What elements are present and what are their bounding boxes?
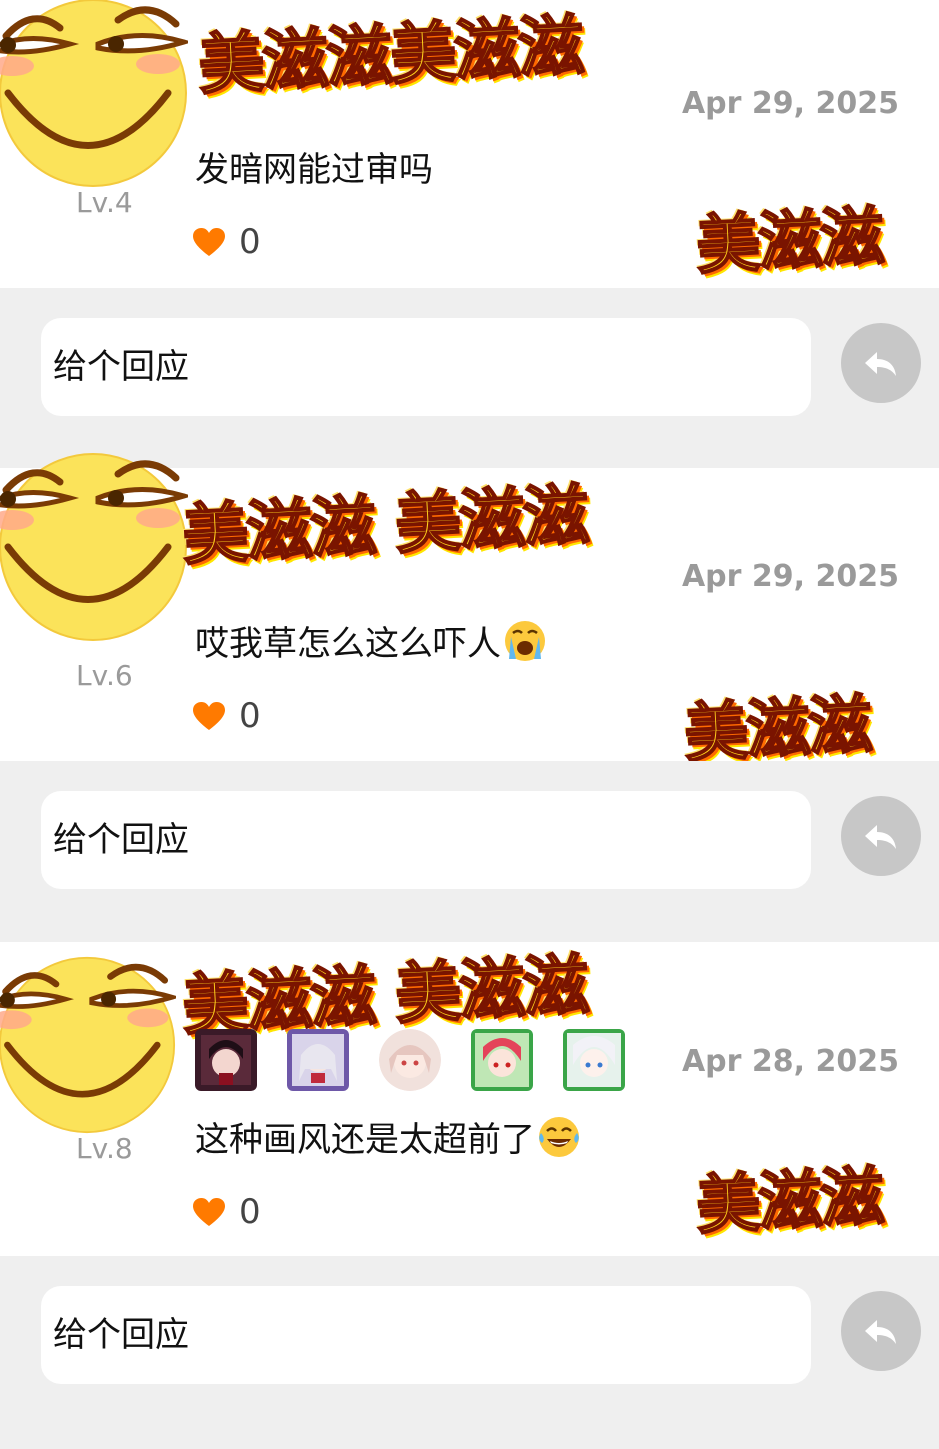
comment-text: 这种画风还是太超前了 bbox=[195, 1112, 581, 1161]
like-count: 0 bbox=[239, 696, 261, 736]
badge-avatar-white-hair[interactable] bbox=[563, 1029, 625, 1091]
comment-date: Apr 29, 2025 bbox=[681, 559, 899, 594]
reply-bar bbox=[0, 1256, 939, 1449]
sticker-header: 美滋滋 美滋滋 bbox=[180, 475, 590, 575]
badge-avatar-red-hair[interactable] bbox=[471, 1029, 533, 1091]
reply-send-button[interactable] bbox=[841, 1291, 921, 1371]
comment-card: Lv.4 美滋滋美滋滋 Apr 29, 2025 发暗网能过审吗 0 美滋滋 bbox=[0, 0, 939, 288]
comment-date: Apr 29, 2025 bbox=[681, 86, 899, 121]
badge-row bbox=[195, 1029, 625, 1091]
user-level: Lv.4 bbox=[76, 186, 133, 219]
heart-icon bbox=[193, 228, 225, 256]
like-button[interactable]: 0 bbox=[193, 696, 261, 736]
smiling-face-avatar-icon[interactable] bbox=[0, 452, 188, 642]
comment-text: 哎我草怎么这么吓人 bbox=[195, 616, 547, 665]
comment-card: Lv.8 美滋滋 美滋滋 Apr 28, 2025 这种画风还是太超前了 0 美… bbox=[0, 942, 939, 1256]
smiling-face-avatar-icon[interactable] bbox=[0, 940, 176, 1150]
like-button[interactable]: 0 bbox=[193, 222, 261, 262]
badge-avatar-pink-round[interactable] bbox=[379, 1029, 441, 1091]
reply-input[interactable] bbox=[41, 318, 811, 416]
comment-text-content: 这种画风还是太超前了 bbox=[195, 1120, 535, 1160]
badge-avatar-silver-hair[interactable] bbox=[287, 1029, 349, 1091]
reply-arrow-icon bbox=[865, 352, 896, 376]
smiling-face-avatar-icon[interactable] bbox=[0, 0, 188, 188]
comment-date: Apr 28, 2025 bbox=[681, 1044, 899, 1079]
like-button[interactable]: 0 bbox=[193, 1192, 261, 1232]
comment-text: 发暗网能过审吗 bbox=[195, 150, 433, 190]
sticker-corner: 美滋滋 bbox=[694, 1159, 886, 1245]
badge-avatar-dark-hair[interactable] bbox=[195, 1029, 257, 1091]
sticker-header: 美滋滋美滋滋 bbox=[196, 6, 586, 105]
comment-text-content: 哎我草怎么这么吓人 bbox=[195, 624, 501, 664]
reply-send-button[interactable] bbox=[841, 796, 921, 876]
like-count: 0 bbox=[239, 222, 261, 262]
reply-bar bbox=[0, 761, 939, 942]
heart-icon bbox=[193, 1198, 225, 1226]
sticker-corner: 美滋滋 bbox=[694, 199, 886, 285]
reply-arrow-icon bbox=[865, 1320, 896, 1344]
like-count: 0 bbox=[239, 1192, 261, 1232]
reply-send-button[interactable] bbox=[841, 323, 921, 403]
comment-card: Lv.6 美滋滋 美滋滋 Apr 29, 2025 哎我草怎么这么吓人 0 美滋… bbox=[0, 468, 939, 773]
laughing-tears-face-icon bbox=[539, 1117, 579, 1157]
crying-face-icon bbox=[505, 621, 545, 661]
reply-arrow-icon bbox=[865, 825, 896, 849]
reply-bar bbox=[0, 288, 939, 468]
user-level: Lv.6 bbox=[76, 659, 133, 692]
sticker-corner: 美滋滋 bbox=[682, 687, 874, 773]
heart-icon bbox=[193, 702, 225, 730]
reply-input[interactable] bbox=[41, 1286, 811, 1384]
reply-input[interactable] bbox=[41, 791, 811, 889]
user-level: Lv.8 bbox=[76, 1132, 133, 1165]
